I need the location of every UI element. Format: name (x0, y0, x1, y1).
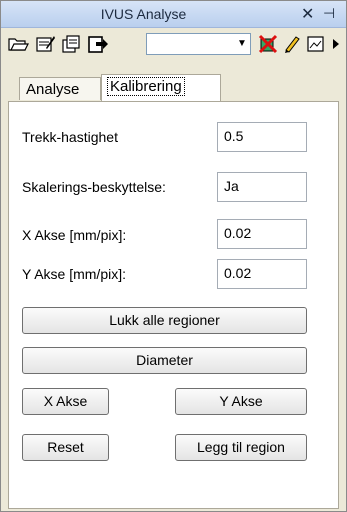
y-axis-button[interactable]: Y Akse (175, 388, 307, 415)
title-bar[interactable]: IVUS Analyse ✕ ⊣ (1, 1, 346, 28)
pin-icon[interactable]: ⊣ (323, 5, 335, 22)
edit-notes-icon[interactable] (34, 33, 56, 55)
ivus-analyse-panel: IVUS Analyse ✕ ⊣ ▼ Analyse Kalibrering T… (0, 0, 347, 512)
scale-protection-label: Skalerings-beskyttelse: (22, 179, 166, 195)
x-axis-button[interactable]: X Akse (22, 388, 109, 415)
speed-field[interactable]: 0.5 (217, 122, 307, 152)
tab-analyse[interactable]: Analyse (19, 77, 101, 100)
toolbar-combo[interactable]: ▼ (146, 33, 251, 55)
y-axis-field[interactable]: 0.02 (217, 259, 307, 289)
kalibrering-panel: Trekk-hastighet 0.5 Skalerings-beskyttel… (8, 101, 339, 509)
red-x-tool-icon[interactable] (257, 33, 279, 55)
image-tool-icon[interactable] (305, 33, 327, 55)
add-region-button[interactable]: Legg til region (175, 434, 307, 461)
window-title: IVUS Analyse (100, 6, 187, 22)
x-axis-label: X Akse [mm/pix]: (22, 227, 127, 243)
diameter-button[interactable]: Diameter (22, 347, 307, 374)
close-icon[interactable]: ✕ (301, 4, 314, 24)
chevron-down-icon[interactable]: ▼ (236, 37, 248, 51)
reset-button[interactable]: Reset (22, 434, 109, 461)
open-folder-icon[interactable] (7, 33, 29, 55)
tab-kalibrering-label: Kalibrering (107, 77, 185, 96)
scale-protection-field[interactable]: Ja (217, 172, 307, 202)
close-all-regions-button[interactable]: Lukk alle regioner (22, 307, 307, 334)
pencil-tool-icon[interactable] (281, 33, 303, 55)
tab-kalibrering[interactable]: Kalibrering (101, 74, 221, 101)
x-axis-field[interactable]: 0.02 (217, 219, 307, 249)
export-icon[interactable] (87, 33, 109, 55)
multi-edit-icon[interactable] (61, 33, 83, 55)
y-axis-label: Y Akse [mm/pix]: (22, 266, 126, 282)
speed-label: Trekk-hastighet (22, 129, 118, 145)
tab-strip: Analyse Kalibrering (1, 65, 346, 101)
toolbar: ▼ (1, 28, 346, 62)
more-arrow-icon[interactable] (331, 33, 341, 55)
tab-analyse-label: Analyse (26, 81, 80, 98)
